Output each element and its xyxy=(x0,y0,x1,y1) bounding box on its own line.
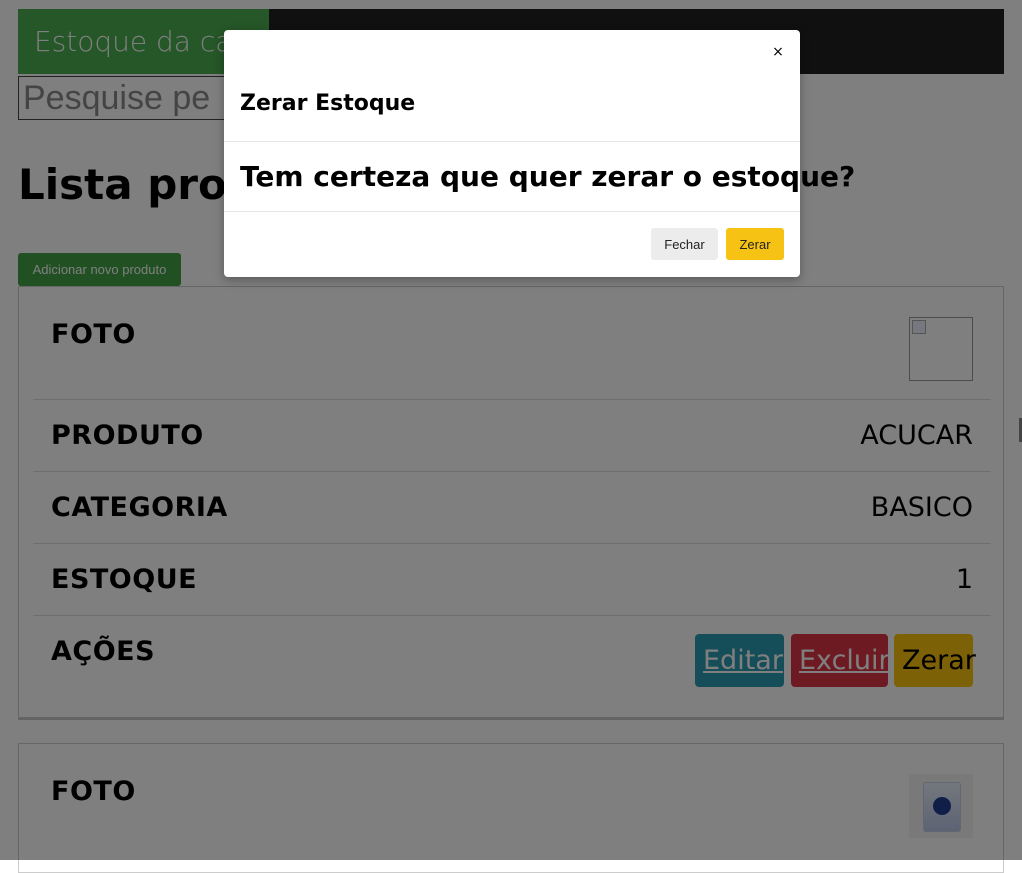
modal-message: Tem certeza que quer zerar o estoque? xyxy=(240,160,856,193)
modal-divider xyxy=(224,211,800,212)
close-icon[interactable]: × xyxy=(768,42,788,62)
modal-title: Zerar Estoque xyxy=(240,91,416,116)
modal-divider xyxy=(224,141,800,142)
modal-confirm-button[interactable]: Zerar xyxy=(726,228,784,260)
reset-stock-modal: × Zerar Estoque Tem certeza que quer zer… xyxy=(224,30,855,277)
modal-close-button[interactable]: Fechar xyxy=(651,228,718,260)
